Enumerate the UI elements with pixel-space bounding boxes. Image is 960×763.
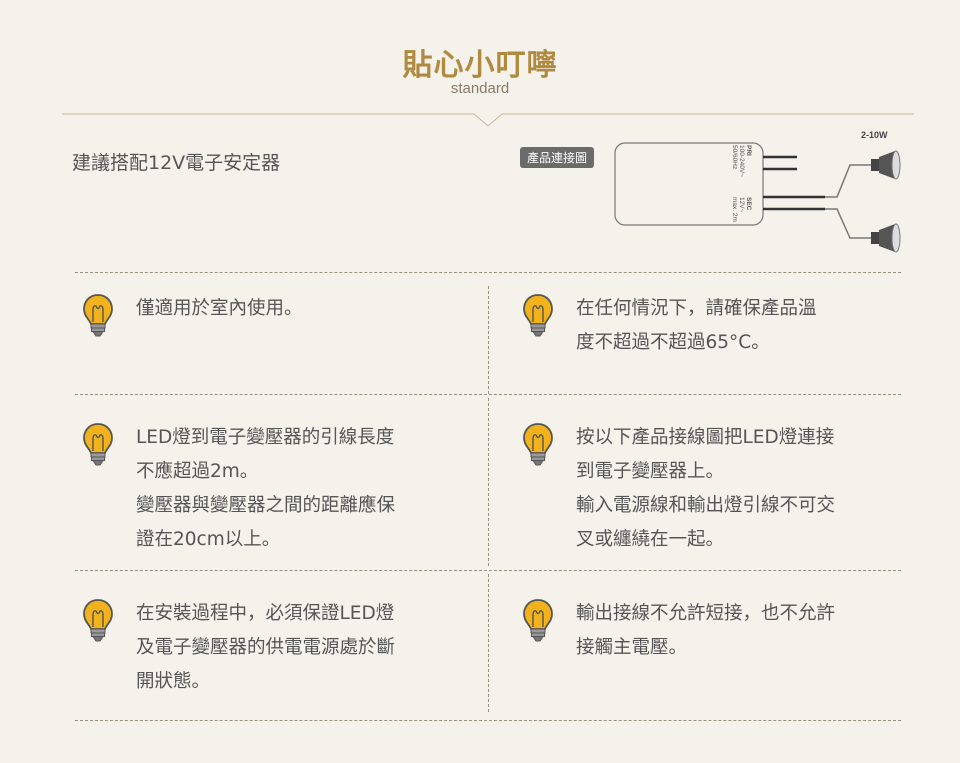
tip-text: 在任何情況下，請確保產品溫 度不超過不超過65°C。	[576, 292, 896, 360]
lightbulb-icon	[80, 292, 116, 338]
column-divider	[488, 398, 489, 566]
tip-line: 不應超過2m。	[136, 461, 259, 482]
tip-text: 輸出接線不允許短接，也不允許 接觸主電壓。	[576, 597, 896, 665]
page-subtitle: standard	[450, 80, 510, 97]
tip-line: 到電子變壓器上。	[576, 461, 725, 482]
tip-line: 度不超過不超過65°C。	[576, 332, 770, 353]
tip-line: 輸入電源線和輸出燈引線不可交	[576, 495, 836, 516]
row-divider	[75, 394, 901, 395]
tip-line: LED燈到電子變壓器的引線長度	[136, 427, 395, 448]
tip-text: LED燈到電子變壓器的引線長度 不應超過2m。變壓器與變壓器之間的距離應保 證在20…	[136, 421, 456, 557]
lightbulb-icon	[520, 292, 556, 338]
tip-line: 證在20cm以上。	[136, 529, 281, 550]
sec-label: SEC	[745, 197, 752, 211]
row-divider	[75, 720, 901, 721]
pri-spec-1: 100-240V~	[738, 145, 745, 177]
pri-label: PRI	[745, 145, 752, 156]
tip-text: 在安裝過程中，必須保證LED燈 及電子變壓器的供電電源處於斷 開狀態。	[136, 597, 456, 699]
tip-line: 變壓器與變壓器之間的距離應保	[136, 495, 396, 516]
tip-line: 及電子變壓器的供電電源處於斷	[136, 637, 396, 658]
lamp-icon	[871, 150, 901, 180]
lightbulb-icon	[520, 597, 556, 643]
tip-line: 接觸主電壓。	[576, 637, 688, 658]
row-divider	[75, 570, 901, 571]
tip-line: 在任何情況下，請確保產品溫	[576, 298, 817, 319]
recommendation-text: 建議搭配12V電子安定器	[72, 152, 281, 174]
connection-diagram: 產品連接圖 PRI 100-240V~ 50/60Hz SEC 12V~ max…	[515, 125, 915, 265]
sec-spec-2: max. 2m	[731, 197, 738, 222]
lightbulb-icon	[520, 421, 556, 467]
wiring-diagram: PRI 100-240V~ 50/60Hz SEC 12V~ max. 2m 2…	[614, 130, 901, 253]
tip-line: 輸出接線不允許短接，也不允許	[576, 603, 836, 624]
tip-line: 叉或纏繞在一起。	[576, 529, 725, 550]
tip-line: 按以下產品接線圖把LED燈連接	[576, 427, 835, 448]
header: 貼心小叮嚀 standard	[0, 0, 960, 130]
tip-text: 按以下產品接線圖把LED燈連接 到電子變壓器上。輸入電源線和輸出燈引線不可交 叉或纏…	[576, 421, 896, 557]
lightbulb-icon	[80, 597, 116, 643]
lightbulb-icon	[80, 421, 116, 467]
page-title: 貼心小叮嚀	[402, 48, 558, 83]
sec-spec-1: 12V~	[738, 197, 745, 213]
tip-text: 僅適用於室內使用。	[136, 292, 456, 326]
tip-line: 僅適用於室內使用。	[136, 298, 303, 319]
column-divider	[488, 286, 489, 394]
wattage-label: 2-10W	[861, 130, 888, 140]
pri-spec-2: 50/60Hz	[731, 145, 738, 169]
tip-line: 開狀態。	[136, 671, 211, 692]
lamp-icon	[871, 223, 901, 253]
row-divider	[75, 272, 901, 273]
tip-line: 在安裝過程中，必須保證LED燈	[136, 603, 395, 624]
column-divider	[488, 574, 489, 712]
